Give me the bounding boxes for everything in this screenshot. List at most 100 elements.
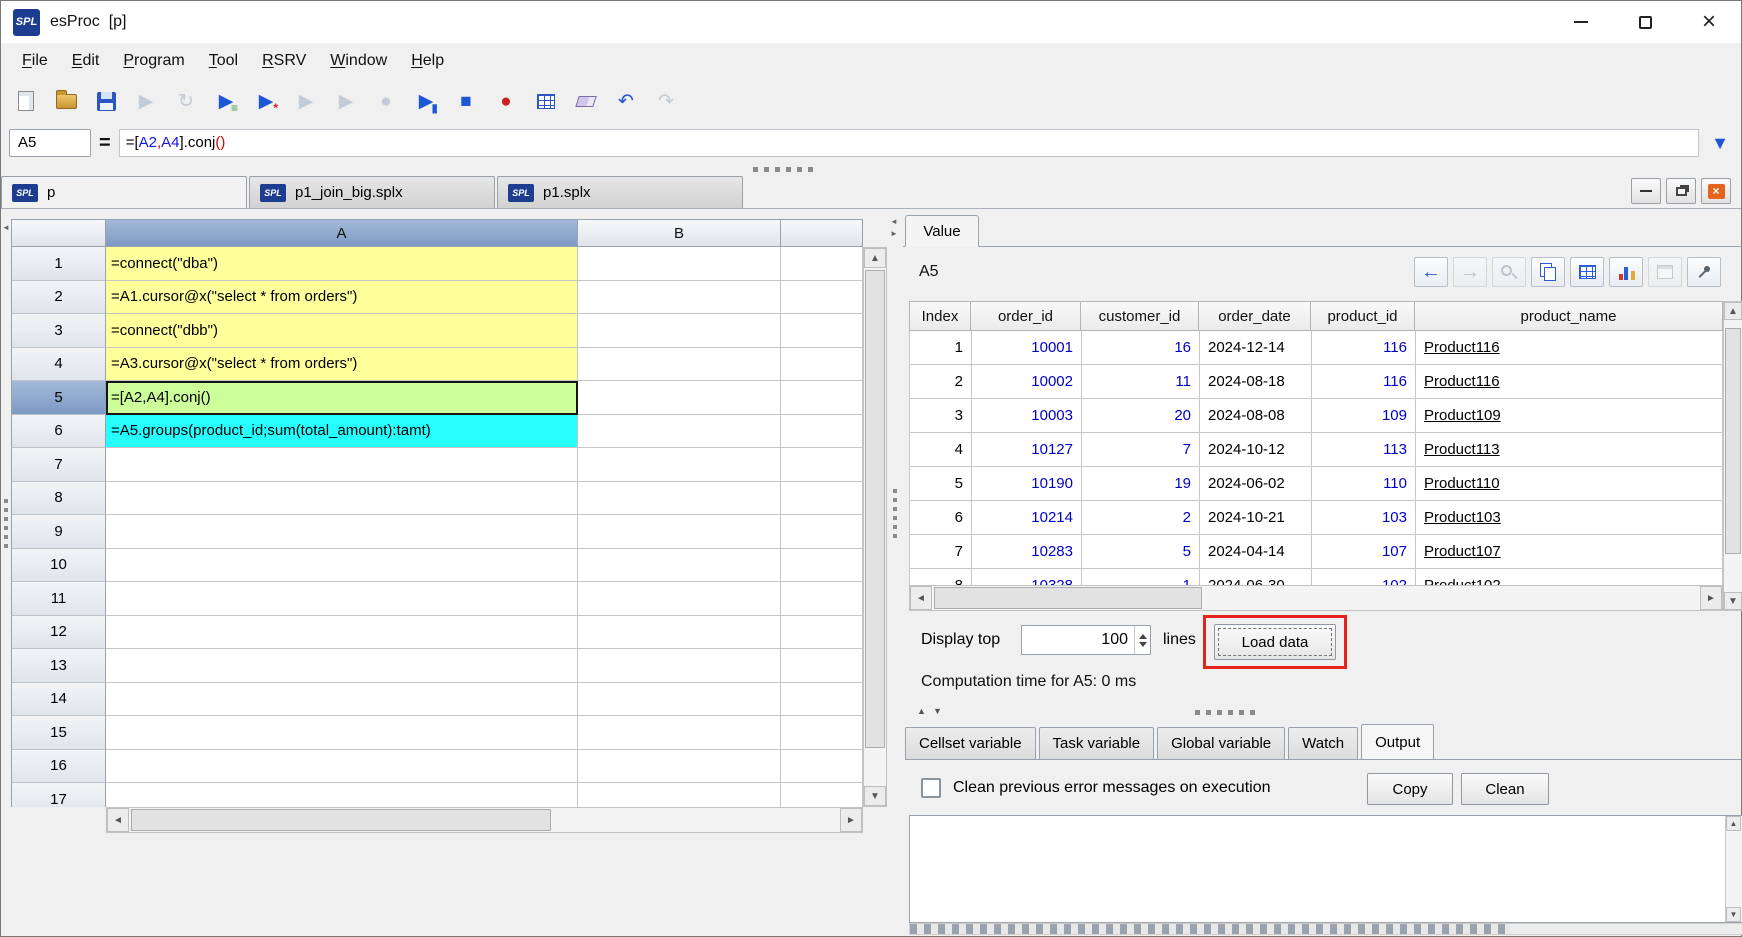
clean-button[interactable]: Clean xyxy=(1461,773,1549,805)
cell-B12[interactable] xyxy=(578,615,781,649)
cell-partial-12[interactable] xyxy=(781,615,863,649)
tab-output[interactable]: Output xyxy=(1361,724,1435,759)
menu-file[interactable]: File xyxy=(11,48,59,74)
cell-A16[interactable] xyxy=(106,749,578,783)
cell-partial-5[interactable] xyxy=(781,381,863,415)
output-textarea[interactable]: ▲ ▼ xyxy=(909,815,1742,923)
cell-partial-4[interactable] xyxy=(781,347,863,381)
expand-formula-button[interactable]: ▼ xyxy=(1707,129,1733,157)
column-header-partial[interactable] xyxy=(781,219,863,247)
tab-global-variable[interactable]: Global variable xyxy=(1157,727,1286,759)
row-header-1[interactable]: 1 xyxy=(11,247,106,281)
cell-A2[interactable]: =A1.cursor@x("select * from orders") xyxy=(106,280,578,314)
sheet-minimize-button[interactable] xyxy=(1631,178,1661,204)
row-header-13[interactable]: 13 xyxy=(11,649,106,683)
chart-view-icon[interactable] xyxy=(1609,257,1643,287)
sheet-restore-button[interactable] xyxy=(1666,178,1696,204)
cell-B13[interactable] xyxy=(578,649,781,683)
cell-A8[interactable] xyxy=(106,481,578,515)
collapse-up-icon[interactable]: ▲ xyxy=(917,706,926,716)
row-header-10[interactable]: 10 xyxy=(11,548,106,582)
cell-A11[interactable] xyxy=(106,582,578,616)
row-header-2[interactable]: 2 xyxy=(11,280,106,314)
scroll-up-icon[interactable]: ▲ xyxy=(864,248,886,268)
scroll-down-icon[interactable]: ▼ xyxy=(1726,907,1741,922)
save-icon[interactable] xyxy=(89,85,123,117)
menu-rsrv[interactable]: RSRV xyxy=(251,48,317,74)
cell-A3[interactable]: =connect("dbb") xyxy=(106,314,578,348)
row-header-5[interactable]: 5 xyxy=(11,381,106,415)
cell-partial-3[interactable] xyxy=(781,314,863,348)
value-splitter[interactable]: ▲ ▼ xyxy=(903,703,1742,723)
cell-B1[interactable] xyxy=(578,247,781,281)
scroll-down-icon[interactable]: ▼ xyxy=(1724,592,1742,610)
cell-A17[interactable] xyxy=(106,783,578,807)
scroll-thumb[interactable] xyxy=(1725,328,1741,554)
open-file-icon[interactable] xyxy=(49,85,83,117)
cell-B11[interactable] xyxy=(578,582,781,616)
cell-partial-15[interactable] xyxy=(781,716,863,750)
tab-cellset-variable[interactable]: Cellset variable xyxy=(905,727,1036,759)
formula-input[interactable]: =[A2,A4].conj() xyxy=(118,129,1699,157)
cell-A7[interactable] xyxy=(106,448,578,482)
cell-B8[interactable] xyxy=(578,481,781,515)
calc-area-icon[interactable] xyxy=(529,85,563,117)
row-header-3[interactable]: 3 xyxy=(11,314,106,348)
cell-B6[interactable] xyxy=(578,414,781,448)
cell-partial-2[interactable] xyxy=(781,280,863,314)
cell-partial-13[interactable] xyxy=(781,649,863,683)
cell-partial-16[interactable] xyxy=(781,749,863,783)
grid-view-icon[interactable] xyxy=(1570,257,1604,287)
scroll-thumb[interactable] xyxy=(131,809,551,831)
cell-partial-9[interactable] xyxy=(781,515,863,549)
spinner-arrows-icon[interactable] xyxy=(1134,626,1150,654)
cell-reference-input[interactable]: A5 xyxy=(9,129,91,157)
row-header-9[interactable]: 9 xyxy=(11,515,106,549)
sheet-close-button[interactable]: × xyxy=(1701,178,1731,204)
panel-splitter[interactable]: ◄ ► xyxy=(887,209,903,937)
execute-cell-icon[interactable]: ▶ * xyxy=(249,85,283,117)
back-icon[interactable] xyxy=(1414,257,1448,287)
cell-B9[interactable] xyxy=(578,515,781,549)
column-header-b[interactable]: B xyxy=(578,219,781,247)
output-horizontal-scrollbar[interactable] xyxy=(909,923,1742,935)
cell-B7[interactable] xyxy=(578,448,781,482)
scroll-thumb[interactable] xyxy=(865,270,885,748)
cell-A14[interactable] xyxy=(106,682,578,716)
undo-icon[interactable]: ↶ xyxy=(609,85,643,117)
scroll-right-icon[interactable]: ► xyxy=(840,808,862,832)
menu-window[interactable]: Window xyxy=(319,48,398,74)
cell-partial-1[interactable] xyxy=(781,247,863,281)
cell-B10[interactable] xyxy=(578,548,781,582)
clean-errors-checkbox[interactable] xyxy=(921,778,941,798)
minimize-button[interactable] xyxy=(1549,1,1613,43)
editor-tab-p1-join-big-splx[interactable]: SPL p1_join_big.splx xyxy=(249,176,495,208)
menu-help[interactable]: Help xyxy=(400,48,455,74)
cell-A12[interactable] xyxy=(106,615,578,649)
column-header-a[interactable]: A xyxy=(106,219,578,247)
row-header-4[interactable]: 4 xyxy=(11,347,106,381)
tab-watch[interactable]: Watch xyxy=(1288,727,1359,759)
break-icon[interactable]: ● xyxy=(489,85,523,117)
cell-partial-11[interactable] xyxy=(781,582,863,616)
cell-partial-6[interactable] xyxy=(781,414,863,448)
clear-icon[interactable] xyxy=(569,85,603,117)
cell-B3[interactable] xyxy=(578,314,781,348)
scroll-up-icon[interactable]: ▲ xyxy=(1724,302,1742,320)
step-execute-icon[interactable]: ▶ ▮ xyxy=(409,85,443,117)
cell-A10[interactable] xyxy=(106,548,578,582)
cell-B17[interactable] xyxy=(578,783,781,807)
display-top-input[interactable]: 100 xyxy=(1021,625,1151,655)
load-data-button[interactable]: Load data xyxy=(1214,624,1336,660)
row-header-16[interactable]: 16 xyxy=(11,749,106,783)
scroll-up-icon[interactable]: ▲ xyxy=(1726,816,1741,831)
stop-icon[interactable]: ■ xyxy=(449,85,483,117)
row-header-6[interactable]: 6 xyxy=(11,414,106,448)
scroll-left-icon[interactable]: ◄ xyxy=(910,586,932,610)
row-header-14[interactable]: 14 xyxy=(11,682,106,716)
row-header-7[interactable]: 7 xyxy=(11,448,106,482)
sheet-vertical-scrollbar[interactable]: ▲ ▼ xyxy=(863,247,887,807)
cell-B14[interactable] xyxy=(578,682,781,716)
copy-button[interactable]: Copy xyxy=(1367,773,1453,805)
tab-value[interactable]: Value xyxy=(905,215,979,247)
